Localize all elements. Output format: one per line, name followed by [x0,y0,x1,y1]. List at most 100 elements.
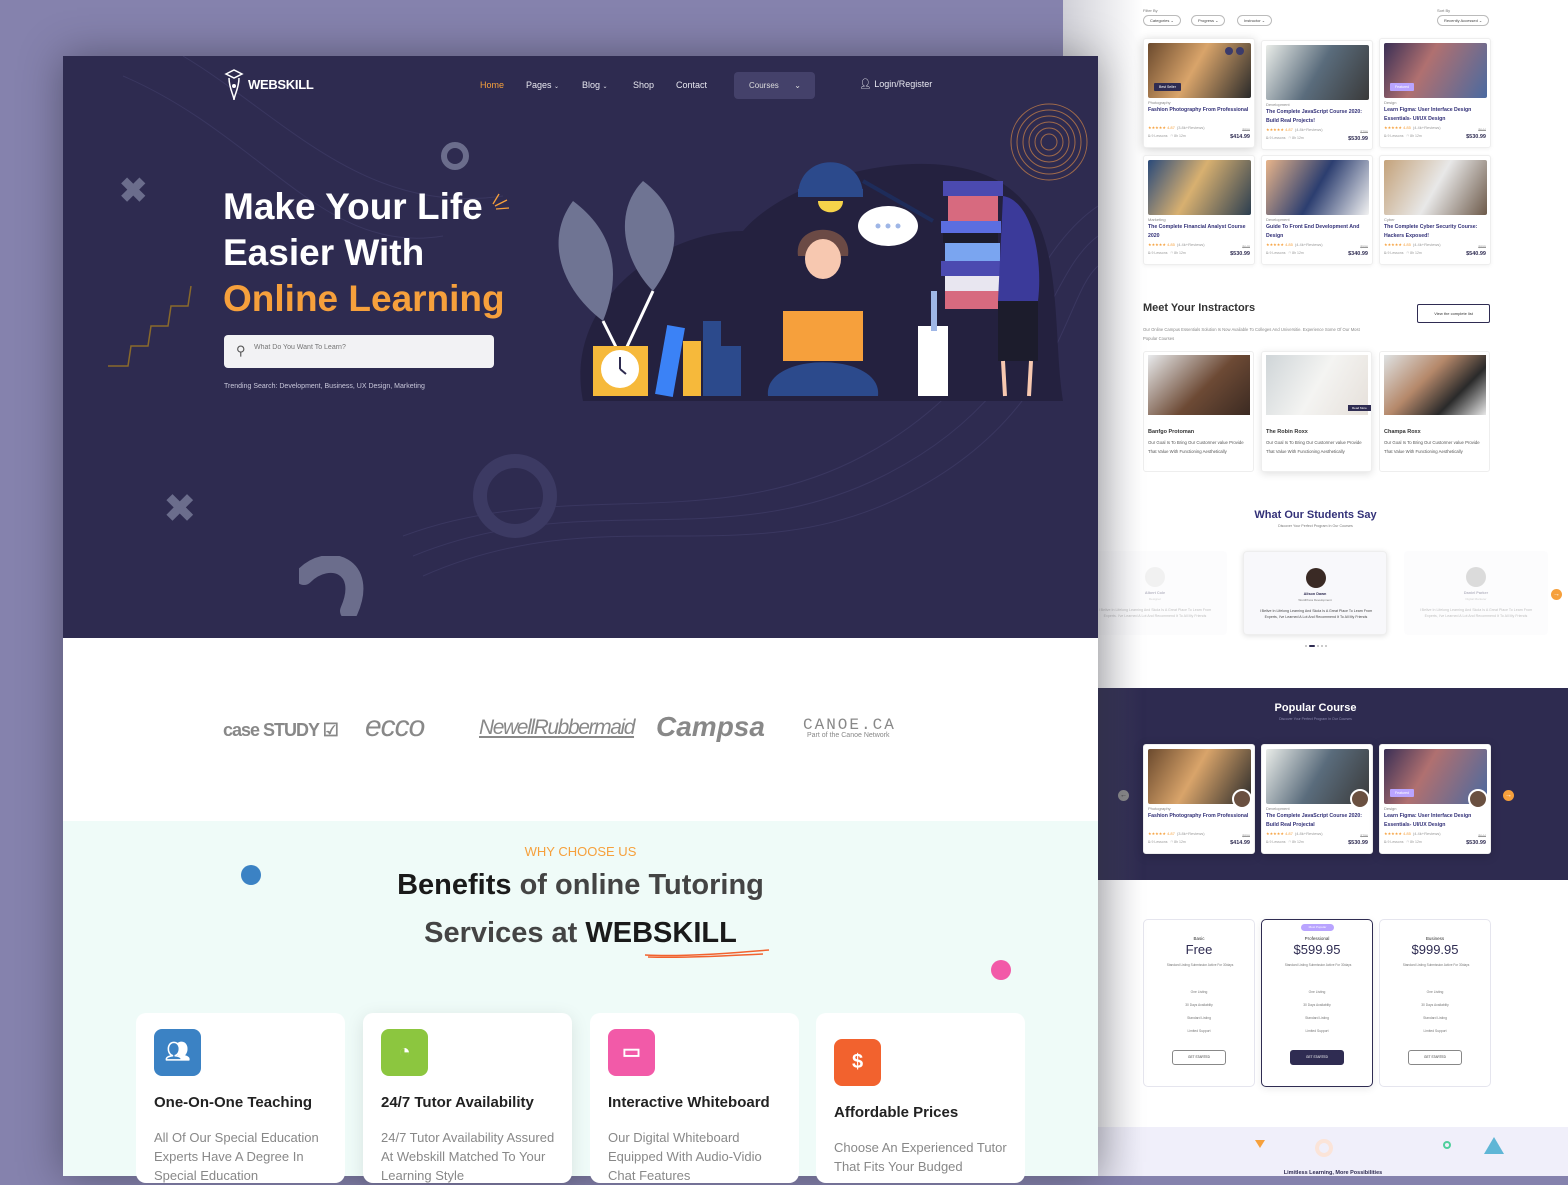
star-icons: ★★★★★ [1148,125,1166,130]
popular-course-card[interactable]: Development The Complete JavaScript Cour… [1261,744,1373,854]
heart-icon[interactable] [1236,47,1244,55]
logo-icon[interactable] [223,68,245,102]
partner-logo-newell: NewellRubbermaid [479,716,635,739]
pricing-price: Free [1185,942,1213,957]
get-started-button[interactable]: GET STARTED [1290,1050,1344,1065]
course-title[interactable]: The Complete JavaScript Course 2020: Bui… [1266,108,1370,125]
course-category: Marketing [1148,217,1166,222]
instructor-card[interactable]: Champa Roxx Our Goal Is To Bring Our Cus… [1379,351,1490,472]
curve-shape [299,556,364,616]
course-price: $540.99 [1466,251,1486,257]
nav-home[interactable]: Home [480,80,504,90]
star-icons: ★★★★★ [1266,831,1284,836]
underline-swash [644,949,770,959]
course-card[interactable]: Featured Design Learn Figma: User Interf… [1379,38,1491,148]
course-price: $530.99 [1230,251,1250,257]
login-register-link[interactable]: 👤︎ Login/Register [859,79,932,90]
pricing-feature: 30 Days Availabilty [1185,1003,1213,1007]
nav-blog[interactable]: Blog ⌄ [582,80,608,90]
star-icons: ★★★★★ [1148,242,1166,247]
filter-instructor[interactable]: Instructor ⌄ [1237,15,1273,26]
instructor-avatar [1232,789,1252,809]
feature-desc: 24/7 Tutor Availability Assured At Websk… [381,1130,555,1183]
search-field[interactable] [254,344,474,351]
popular-course-card[interactable]: Photography Fashion Photography From Pro… [1143,744,1255,854]
instructor-desc: Our Goal Is To Bring Our Custormer value… [1384,440,1480,454]
star-icons: ★★★★★ [1266,127,1284,132]
courses-dropdown[interactable]: Courses ⌄ [734,72,815,99]
ring-shape [1443,1141,1451,1149]
course-title[interactable]: Fashion Photography From Professional [1148,812,1252,821]
star-icons: ★★★★★ [1266,242,1284,247]
feature-card: ◔ 24/7 Tutor Availability 24/7 Tutor Ava… [363,1013,572,1183]
course-meta: ⧉ 9 Lessons ◷ 8h 12m [1384,134,1422,138]
course-meta: ⧉ 9 Lessons ◷ 8h 12m [1384,251,1422,255]
instructor-name: The Robin Roxx [1266,429,1308,435]
dollar-icon: $ [834,1039,881,1086]
course-card[interactable]: Development The Complete JavaScript Cour… [1261,40,1373,150]
course-card[interactable]: Best Seller Photography Fashion Photogra… [1143,38,1255,148]
course-thumbnail [1384,160,1487,215]
instructor-avatar [1350,789,1370,809]
course-old-price: $556 [1360,245,1368,249]
nav-shop[interactable]: Shop [633,80,654,90]
nav-pages[interactable]: Pages ⌄ [526,80,559,90]
filter-categories[interactable]: Categories ⌄ [1143,15,1181,26]
next-arrow-icon[interactable]: → [1551,589,1562,600]
star-icons: ★★★★★ [1384,125,1402,130]
brand-logo[interactable]: WEBSKILL [248,77,314,92]
read-more-button[interactable]: Read More [1348,405,1371,411]
course-card[interactable]: Marketing The Complete Financial Analyst… [1143,155,1255,265]
clock-icon: ◷ [1288,840,1292,844]
next-arrow-icon[interactable]: → [1503,790,1514,801]
course-rating: ★★★★★ 4.85 (4.4k+Reviews) [1266,242,1323,247]
view-complete-list-button[interactable]: View the complete list [1417,304,1490,323]
open-book [783,311,863,361]
course-price: $414.99 [1230,840,1250,846]
course-card[interactable]: Development Guide To Front End Developme… [1261,155,1373,265]
filter-progress[interactable]: Progress ⌄ [1191,15,1226,26]
testimonial-card: Alison Dawn WordPress Development I Beli… [1243,551,1387,635]
course-title[interactable]: The Complete JavaScript Course 2020: Bui… [1266,812,1370,829]
instructor-name: Banfgo Protoman [1148,429,1195,435]
carousel-dots[interactable] [1305,645,1327,647]
why-title-line1: Benefits of online Tutoring [397,869,764,901]
course-title[interactable]: Learn Figma: User Interface Design Essen… [1384,812,1488,829]
most-popular-badge: Most Popular [1301,924,1334,931]
course-badge: Best Seller [1154,83,1181,91]
pricing-desc: Standard Listing Submission Active For 3… [1166,963,1234,967]
popular-course-card[interactable]: Featured Design Learn Figma: User Interf… [1379,744,1491,854]
course-meta: ⧉ 9 Lessons ◷ 8h 12m [1266,251,1304,255]
eye-icon[interactable] [1225,47,1233,55]
sort-select[interactable]: Recently Accessed ⌄ [1437,15,1490,26]
course-title[interactable]: Guide To Front End Development And Desig… [1266,223,1370,240]
hero-section: ✖ ✖ WEBSKILL Home Pages ⌄ Blog ⌄ Shop Co… [63,56,1098,638]
feature-card: 👥︎ One-On-One Teaching All Of Our Specia… [136,1013,345,1183]
testimonial-name: Daniel Parker [1463,591,1489,595]
course-title[interactable]: Learn Figma: User Interface Design Essen… [1384,106,1488,123]
course-old-price: $756 [1360,130,1368,134]
zigzag-shape [108,285,192,367]
course-old-price: $648 [1242,245,1250,249]
course-meta: ⧉ 9 Lessons ◷ 8h 12m [1148,134,1186,138]
course-category: Photography [1148,806,1171,811]
instructor-card[interactable]: Read More The Robin Roxx Our Goal Is To … [1261,351,1372,472]
course-title[interactable]: Fashion Photography From Professional [1148,106,1252,115]
course-meta: ⧉ 9 Lessons ◷ 8h 12m [1148,840,1186,844]
course-title[interactable]: The Complete Cyber Security Course: Hack… [1384,223,1488,240]
instructor-card[interactable]: Banfgo Protoman Our Goal Is To Bring Our… [1143,351,1254,472]
clock-icon: ◷ [1406,840,1410,844]
search-input[interactable]: ⚲ [224,335,494,368]
pricing-price: $999.95 [1411,942,1459,957]
pricing-desc: Standard Listing Submission Active For 3… [1402,963,1470,967]
course-title[interactable]: The Complete Financial Analyst Course 20… [1148,223,1252,240]
get-started-button[interactable]: GET STARTED [1172,1050,1226,1065]
sort-label: Sort By [1437,8,1451,13]
avatar [1306,568,1326,588]
chevron-down-icon: ⌄ [602,84,608,90]
course-card[interactable]: Cyber The Complete Cyber Security Course… [1379,155,1491,265]
get-started-button[interactable]: GET STARTED [1408,1050,1462,1065]
calendar-icon: ▭ [608,1029,655,1076]
course-meta: ⧉ 9 Lessons ◷ 8h 12m [1266,136,1304,140]
nav-contact[interactable]: Contact [676,80,707,90]
